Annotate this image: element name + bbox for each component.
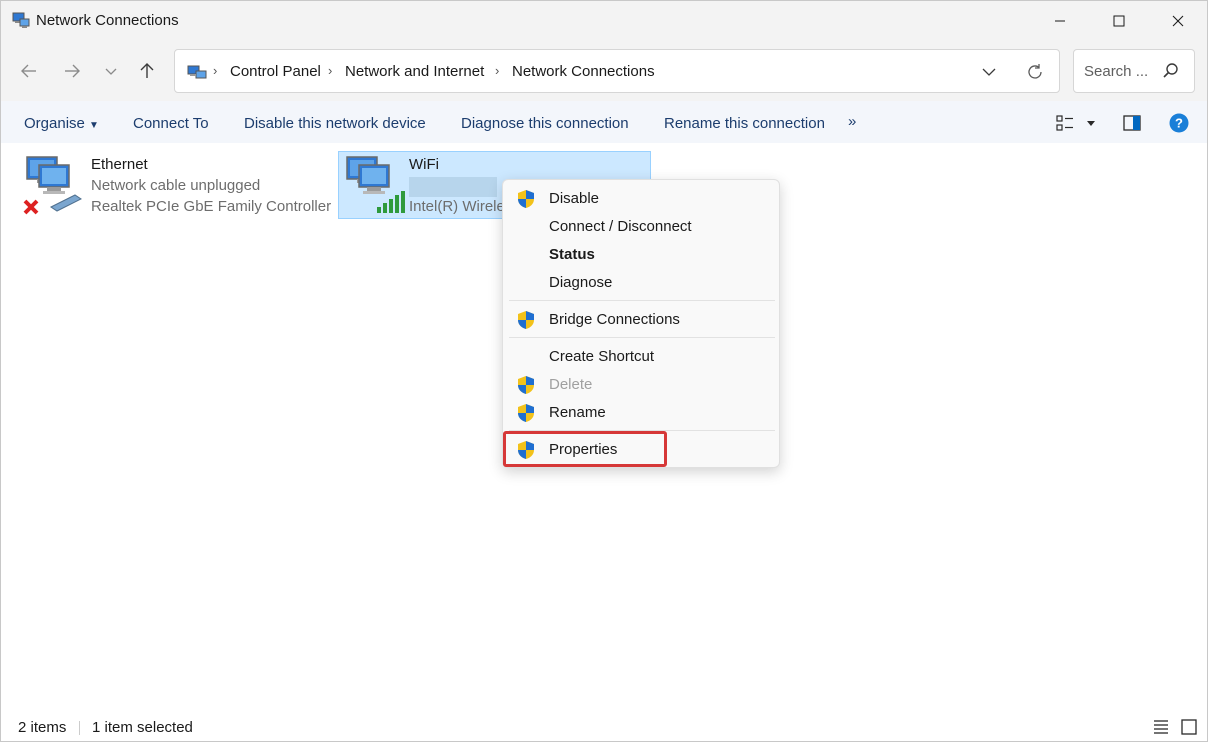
network-connections-app-icon [12,12,30,28]
large-icons-view-icon[interactable] [1180,718,1198,736]
address-bar[interactable]: › Control Panel › Network and Internet ›… [174,49,1060,93]
refresh-button[interactable] [1023,60,1047,84]
network-folder-icon [187,65,207,79]
menu-label: Connect / Disconnect [549,218,692,235]
breadcrumb-separator: › [213,63,218,78]
redacted-network-name [409,177,497,197]
breadcrumb-network-and-internet[interactable]: Network and Internet [345,63,484,80]
menu-label: Create Shortcut [549,348,655,365]
selection-count: 1 item selected [92,719,193,736]
menu-item-bridge-connections[interactable]: Bridge Connections [507,306,775,334]
status-divider [79,721,80,735]
view-options-icon [1056,115,1073,131]
maximize-icon [1113,15,1125,27]
up-arrow-icon [140,63,154,78]
preview-pane-icon [1123,115,1141,131]
maximize-button[interactable] [1090,1,1148,41]
view-options-dropdown[interactable] [1081,113,1101,133]
breadcrumb-network-connections[interactable]: Network Connections [512,63,655,80]
context-menu: Disable Connect / Disconnect Status Diag… [502,179,780,468]
diagnose-connection-button[interactable]: Diagnose this connection [461,115,629,132]
close-icon [1172,15,1184,27]
recent-locations-button[interactable] [97,57,125,85]
connection-device: Intel(R) Wirele [409,198,505,215]
menu-separator [509,337,775,338]
menu-item-connect-disconnect[interactable]: Connect / Disconnect [507,213,775,241]
connection-device: Realtek PCIe GbE Family Controller [91,198,332,215]
search-placeholder: Search ... [1084,63,1149,80]
uac-shield-icon [518,190,534,208]
up-button[interactable] [133,57,161,85]
caret-down-icon [1087,121,1095,126]
connection-name: Ethernet [91,156,148,173]
chevron-down-icon [982,68,996,76]
menu-separator [509,300,775,301]
menu-label: Bridge Connections [549,311,680,328]
change-view-button[interactable] [1055,113,1075,133]
details-view-icon[interactable] [1152,718,1170,736]
more-commands-button[interactable]: » [848,113,856,130]
menu-label: Rename [549,404,606,421]
wifi-adapter-icon [346,156,405,213]
window-title: Network Connections [36,12,179,29]
back-button[interactable] [15,57,43,85]
back-arrow-icon [21,64,36,78]
menu-label: Disable [549,190,600,207]
navigation-bar: › Control Panel › Network and Internet ›… [1,41,1207,101]
preview-pane-button[interactable] [1122,113,1142,133]
network-adapter-disconnected-icon [23,156,82,215]
organise-label: Organise [24,115,85,132]
uac-shield-icon [518,376,534,394]
disable-device-button[interactable]: Disable this network device [244,115,426,132]
uac-shield-icon [518,404,534,422]
search-input[interactable]: Search ... [1073,49,1195,93]
forward-arrow-icon [65,64,80,78]
menu-item-disable[interactable]: Disable [507,185,775,213]
title-bar: Network Connections [1,1,1207,41]
help-icon: ? [1169,113,1189,133]
svg-text:?: ? [1175,116,1183,131]
menu-item-status[interactable]: Status [507,241,775,269]
menu-item-create-shortcut[interactable]: Create Shortcut [507,343,775,371]
uac-shield-icon [518,311,534,329]
network-connections-window: Network Connections › Control Panel › Ne… [0,0,1208,742]
refresh-icon [1028,64,1042,79]
connect-to-button[interactable]: Connect To [133,115,209,132]
help-button[interactable]: ? [1169,113,1189,133]
command-bar: Organise ▼ Connect To Disable this netwo… [1,101,1207,143]
breadcrumb-separator: › [328,63,333,78]
menu-item-rename[interactable]: Rename [507,399,775,427]
menu-label: Diagnose [549,274,613,291]
status-bar: 2 items 1 item selected [1,709,1207,741]
chevron-down-icon [105,68,117,75]
breadcrumb-control-panel[interactable]: Control Panel [230,63,321,80]
connection-tile-ethernet[interactable]: Ethernet Network cable unplugged Realtek… [21,151,331,219]
organise-menu-button[interactable]: Organise ▼ [24,115,99,132]
caret-down-icon: ▼ [89,120,99,131]
forward-button[interactable] [58,57,86,85]
menu-item-diagnose[interactable]: Diagnose [507,269,775,297]
minimize-icon [1055,20,1065,22]
search-icon [1163,63,1178,78]
connection-status: Network cable unplugged [91,177,261,194]
properties-highlight-box [503,431,667,467]
menu-label: Status [549,246,595,263]
minimize-button[interactable] [1031,1,1089,41]
menu-item-delete: Delete [507,371,775,399]
item-count: 2 items [18,719,67,736]
close-button[interactable] [1149,1,1207,41]
breadcrumb-separator: › [495,63,500,78]
address-dropdown-button[interactable] [977,62,1001,82]
connection-name: WiFi [409,156,439,173]
menu-label: Delete [549,376,593,393]
rename-connection-button[interactable]: Rename this connection [664,115,825,132]
